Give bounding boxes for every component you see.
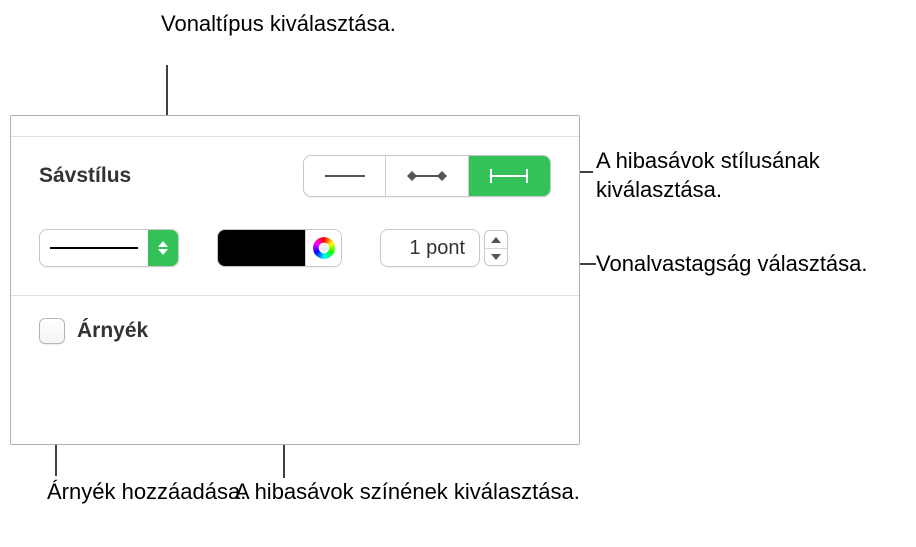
barstyle-segmented-control[interactable] — [303, 155, 551, 197]
chevron-up-icon — [491, 237, 501, 243]
color-wheel-button[interactable] — [305, 230, 341, 266]
section-label-barstyle: Sávstílus — [39, 164, 131, 188]
color-wheel-icon — [313, 237, 335, 259]
callout-barstyle: A hibasávok stílusának kiválasztása. — [596, 147, 916, 204]
barstyle-option-diamond[interactable] — [386, 156, 468, 196]
callout-shadow: Árnyék hozzáadása. — [47, 478, 246, 507]
shadow-row: Árnyék — [11, 295, 579, 372]
color-swatch[interactable] — [218, 230, 305, 266]
solid-line-icon — [50, 247, 138, 249]
barstyle-option-line[interactable] — [304, 156, 386, 196]
end-caps-icon — [485, 167, 533, 185]
shadow-label: Árnyék — [77, 319, 148, 343]
thickness-stepper[interactable]: 1 pont — [380, 229, 508, 267]
callout-color: A hibasávok színének kiválasztása. — [235, 478, 580, 507]
shadow-checkbox[interactable] — [39, 318, 65, 344]
thickness-value[interactable]: 1 pont — [380, 229, 480, 267]
line-properties-row: 1 pont — [11, 219, 579, 295]
linetype-dropdown[interactable] — [39, 229, 179, 267]
inspector-panel: Sávstílus — [10, 115, 580, 445]
diamond-caps-icon — [403, 167, 451, 185]
linetype-preview — [40, 247, 148, 249]
barstyle-option-caps[interactable] — [469, 156, 550, 196]
line-only-icon — [321, 167, 369, 185]
stepper-up-button[interactable] — [485, 231, 507, 248]
chevron-updown-icon — [148, 230, 178, 266]
callout-linetype: Vonaltípus kiválasztása. — [161, 10, 396, 39]
barstyle-row: Sávstílus — [11, 136, 579, 219]
stepper-down-button[interactable] — [485, 248, 507, 265]
stepper-arrows — [484, 230, 508, 266]
callout-thickness: Vonalvastagság választása. — [596, 250, 868, 279]
color-picker[interactable] — [217, 229, 342, 267]
chevron-down-icon — [491, 254, 501, 260]
